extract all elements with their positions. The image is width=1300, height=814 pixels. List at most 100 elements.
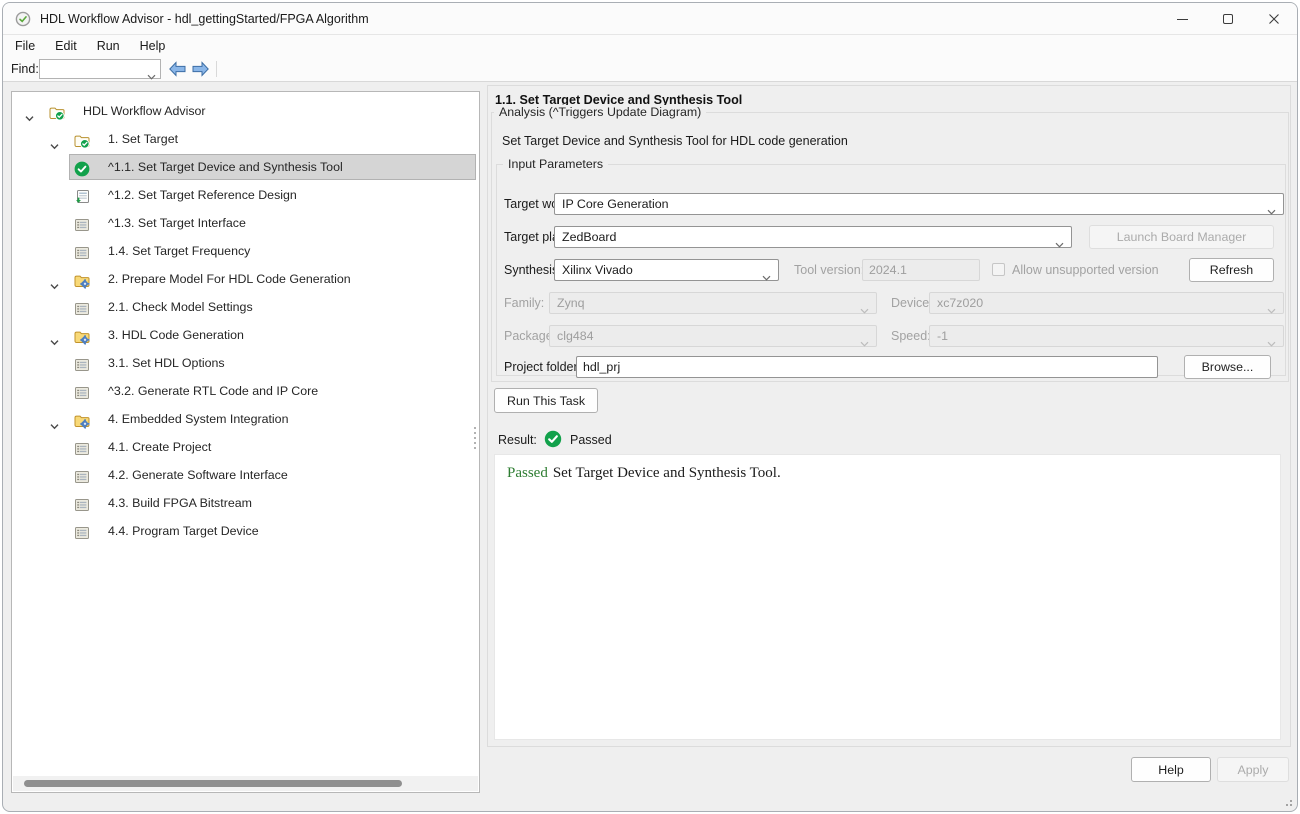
minimize-icon (1177, 19, 1188, 20)
help-button[interactable]: Help (1131, 757, 1211, 782)
folder-gear-icon (74, 416, 90, 433)
tree-item[interactable]: 2. Prepare Model For HDL Code Generation (12, 265, 479, 293)
launch-board-manager-button[interactable]: Launch Board Manager (1089, 225, 1274, 249)
app-icon (15, 11, 31, 27)
chevron-down-icon (860, 334, 869, 352)
menu-edit[interactable]: Edit (45, 35, 87, 57)
task-icon (74, 388, 90, 405)
project-folder-label: Project folder: (504, 356, 581, 378)
resize-grip[interactable] (1282, 796, 1292, 806)
result-message-box: PassedSet Target Device and Synthesis To… (494, 454, 1281, 740)
tree-item-label: 1. Set Target (108, 132, 178, 146)
task-icon (74, 528, 90, 545)
run-this-task-button[interactable]: Run This Task (494, 388, 598, 413)
tree-item[interactable]: 1. Set Target (12, 125, 479, 153)
task-panel: 1.1. Set Target Device and Synthesis Too… (487, 85, 1291, 747)
tree-item[interactable]: 2.1. Check Model Settings (12, 293, 479, 321)
tool-version-label: Tool version: (794, 259, 864, 281)
chevron-down-icon[interactable] (49, 335, 60, 352)
tree-item-label: 2. Prepare Model For HDL Code Generation (108, 272, 351, 286)
find-toolbar: Find: (3, 57, 1297, 82)
allow-unsupported-checkbox[interactable] (992, 263, 1005, 276)
tree-item[interactable]: 4.3. Build FPGA Bitstream (12, 489, 479, 517)
tree-item[interactable]: ^3.2. Generate RTL Code and IP Core (12, 377, 479, 405)
find-previous-button[interactable] (168, 61, 187, 77)
target-workflow-select[interactable]: IP Core Generation (554, 193, 1284, 215)
chevron-down-icon[interactable] (49, 419, 60, 436)
chevron-down-icon[interactable] (24, 111, 35, 128)
tree-item-label: 4.1. Create Project (108, 440, 211, 454)
result-message-text: Set Target Device and Synthesis Tool. (553, 465, 781, 481)
window-controls (1159, 3, 1297, 35)
task-icon (74, 472, 90, 489)
chevron-down-icon[interactable] (147, 67, 156, 85)
task-description: Set Target Device and Synthesis Tool for… (502, 134, 848, 148)
close-button[interactable] (1251, 3, 1297, 35)
result-label: Result: (498, 430, 537, 450)
scrollbar-thumb[interactable] (24, 780, 402, 787)
chevron-down-icon (1267, 334, 1276, 352)
find-input[interactable] (39, 59, 161, 79)
horizontal-scrollbar[interactable] (13, 776, 478, 791)
tree-item[interactable]: HDL Workflow Advisor (12, 97, 479, 125)
folder-check-icon (74, 136, 90, 153)
synthesis-tool-select[interactable]: Xilinx Vivado (554, 259, 779, 281)
passed-icon (74, 164, 90, 181)
tree-item-label: 4.3. Build FPGA Bitstream (108, 496, 252, 510)
speed-select: -1 (929, 325, 1284, 347)
tree-item[interactable]: ^1.1. Set Target Device and Synthesis To… (12, 153, 479, 181)
chevron-down-icon[interactable] (49, 139, 60, 156)
find-text-field[interactable] (42, 61, 142, 77)
tree-item-label: 3. HDL Code Generation (108, 328, 244, 342)
window-title: HDL Workflow Advisor - hdl_gettingStarte… (40, 3, 369, 35)
tree-item[interactable]: 4.2. Generate Software Interface (12, 461, 479, 489)
tree-item-label: HDL Workflow Advisor (83, 104, 206, 118)
find-next-button[interactable] (191, 61, 210, 77)
folder-gear-icon (74, 276, 90, 293)
tree-item[interactable]: 3. HDL Code Generation (12, 321, 479, 349)
tree-item[interactable]: 4.1. Create Project (12, 433, 479, 461)
find-label: Find: (11, 57, 39, 82)
result-status-text: Passed (570, 430, 612, 450)
refresh-button[interactable]: Refresh (1189, 258, 1274, 282)
menu-run[interactable]: Run (87, 35, 130, 57)
speed-label: Speed: (891, 325, 931, 347)
tree-item[interactable]: 3.1. Set HDL Options (12, 349, 479, 377)
minimize-button[interactable] (1159, 3, 1205, 35)
menu-help[interactable]: Help (130, 35, 176, 57)
workflow-tree: HDL Workflow Advisor 1. Set Target ^1.1. S… (12, 97, 479, 545)
close-icon (1268, 13, 1280, 25)
project-folder-input[interactable] (576, 356, 1158, 378)
family-select: Zynq (549, 292, 877, 314)
browse-button[interactable]: Browse... (1184, 355, 1271, 379)
chevron-down-icon (1055, 235, 1064, 253)
folder-check-icon (49, 108, 65, 125)
tree-item-label: 2.1. Check Model Settings (108, 300, 253, 314)
tree-item-label: ^1.3. Set Target Interface (108, 216, 246, 230)
tree-item[interactable]: ^1.3. Set Target Interface (12, 209, 479, 237)
apply-button[interactable]: Apply (1217, 757, 1289, 782)
tree-item[interactable]: 1.4. Set Target Frequency (12, 237, 479, 265)
tree-item[interactable]: 4.4. Program Target Device (12, 517, 479, 545)
tree-item-label: 1.4. Set Target Frequency (108, 244, 250, 258)
maximize-icon (1223, 14, 1233, 24)
maximize-button[interactable] (1205, 3, 1251, 35)
target-platform-select[interactable]: ZedBoard (554, 226, 1072, 248)
tree-item[interactable]: ^1.2. Set Target Reference Design (12, 181, 479, 209)
menu-file[interactable]: File (5, 35, 45, 57)
task-icon (74, 304, 90, 321)
arrow-left-icon (168, 61, 187, 77)
package-select: clg484 (549, 325, 877, 347)
arrow-right-icon (191, 61, 210, 77)
tree-item-label: 4.4. Program Target Device (108, 524, 259, 538)
tree-item-label: ^3.2. Generate RTL Code and IP Core (108, 384, 318, 398)
passed-status-icon (544, 430, 562, 448)
tree-item-label: 4. Embedded System Integration (108, 412, 288, 426)
tree-item-label: ^1.1. Set Target Device and Synthesis To… (108, 160, 343, 174)
chevron-down-icon[interactable] (49, 279, 60, 296)
tree-item[interactable]: 4. Embedded System Integration (12, 405, 479, 433)
panel-splitter[interactable] (473, 427, 477, 449)
allow-unsupported-label: Allow unsupported version (1012, 259, 1159, 281)
device-select: xc7z020 (929, 292, 1284, 314)
titlebar: HDL Workflow Advisor - hdl_gettingStarte… (3, 3, 1297, 35)
